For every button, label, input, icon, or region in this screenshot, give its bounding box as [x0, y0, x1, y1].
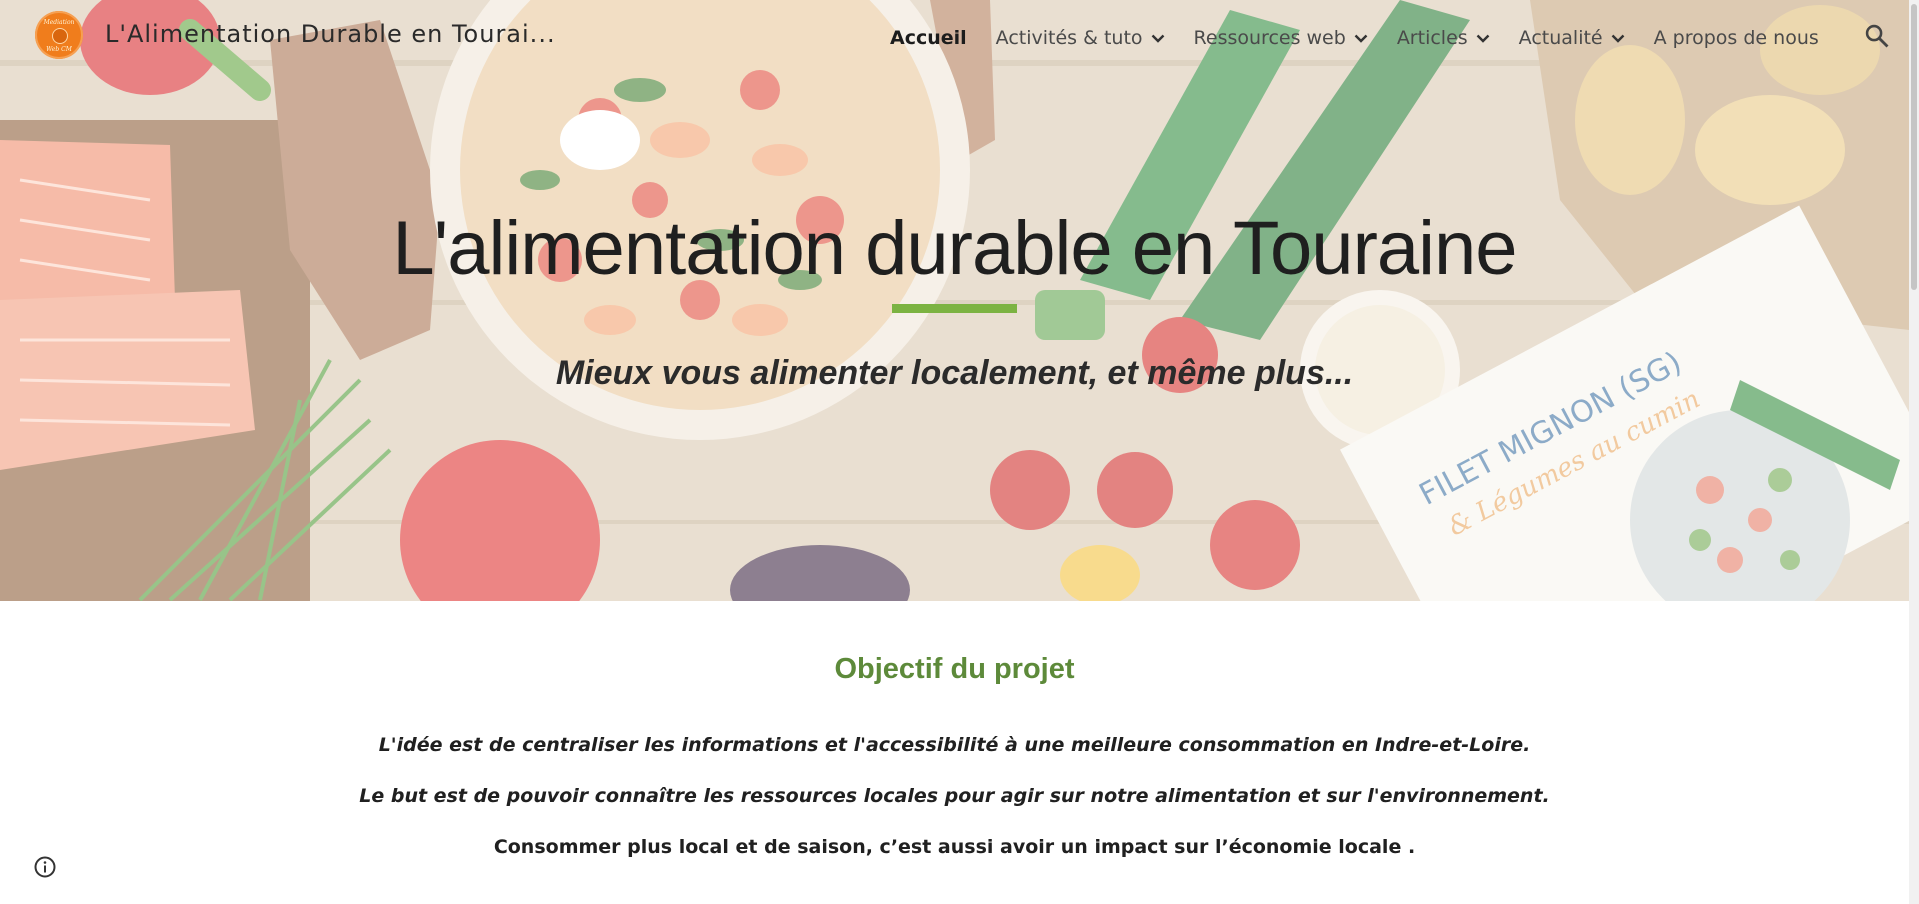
page-scrollbar[interactable]	[1909, 0, 1919, 904]
site-title[interactable]: L'Alimentation Durable en Tourai...	[105, 20, 556, 48]
scrollbar-thumb[interactable]	[1911, 4, 1917, 290]
chevron-down-icon	[1476, 34, 1490, 43]
hero-title: L'alimentation durable en Touraine	[392, 206, 1517, 291]
hero-subtitle: Mieux vous alimenter localement, et même…	[555, 354, 1354, 392]
nav-item-label: A propos de nous	[1653, 27, 1819, 49]
hero-accent-bar	[892, 304, 1017, 313]
nav-item-label: Activités & tuto	[995, 27, 1143, 49]
logo-text-top: Mediation	[43, 19, 75, 26]
nav-item-articles[interactable]: Articles	[1397, 27, 1490, 49]
hero-banner: FILET MIGNON (SG) & Légumes au cumin Med…	[0, 0, 1909, 601]
main-nav: Accueil Activités & tuto Ressources web …	[890, 24, 1819, 52]
hero-overlay	[0, 0, 1909, 601]
nav-item-a-propos[interactable]: A propos de nous	[1654, 27, 1819, 49]
nav-item-actualite[interactable]: Actualité	[1519, 27, 1625, 49]
logo-emblem-icon	[52, 28, 68, 44]
site-logo[interactable]: Mediation Web CM	[35, 11, 83, 59]
nav-item-label: Accueil	[890, 27, 967, 49]
info-icon[interactable]	[33, 855, 57, 879]
nav-item-label: Articles	[1396, 27, 1468, 49]
search-icon[interactable]	[1863, 22, 1891, 50]
main-content: Objectif du projet L'idée est de central…	[0, 601, 1909, 904]
nav-item-label: Actualité	[1518, 27, 1603, 49]
paragraph-2: Le but est de pouvoir connaître les ress…	[359, 785, 1550, 807]
page: FILET MIGNON (SG) & Légumes au cumin Med…	[0, 0, 1919, 904]
logo-text-bottom: Web CM	[46, 46, 72, 53]
chevron-down-icon	[1611, 34, 1624, 43]
section-heading: Objectif du projet	[834, 653, 1075, 685]
paragraph-1: L'idée est de centraliser les informatio…	[378, 734, 1531, 756]
site-header: Mediation Web CM L'Alimentation Durable …	[0, 0, 1909, 72]
nav-item-activites[interactable]: Activités & tuto	[996, 27, 1165, 49]
nav-item-label: Ressources web	[1193, 27, 1346, 49]
chevron-down-icon	[1151, 34, 1164, 43]
nav-item-ressources-web[interactable]: Ressources web	[1194, 27, 1368, 49]
chevron-down-icon	[1354, 34, 1368, 43]
paragraph-3: Consommer plus local et de saison, c’est…	[493, 836, 1416, 858]
nav-item-accueil[interactable]: Accueil	[890, 27, 967, 49]
